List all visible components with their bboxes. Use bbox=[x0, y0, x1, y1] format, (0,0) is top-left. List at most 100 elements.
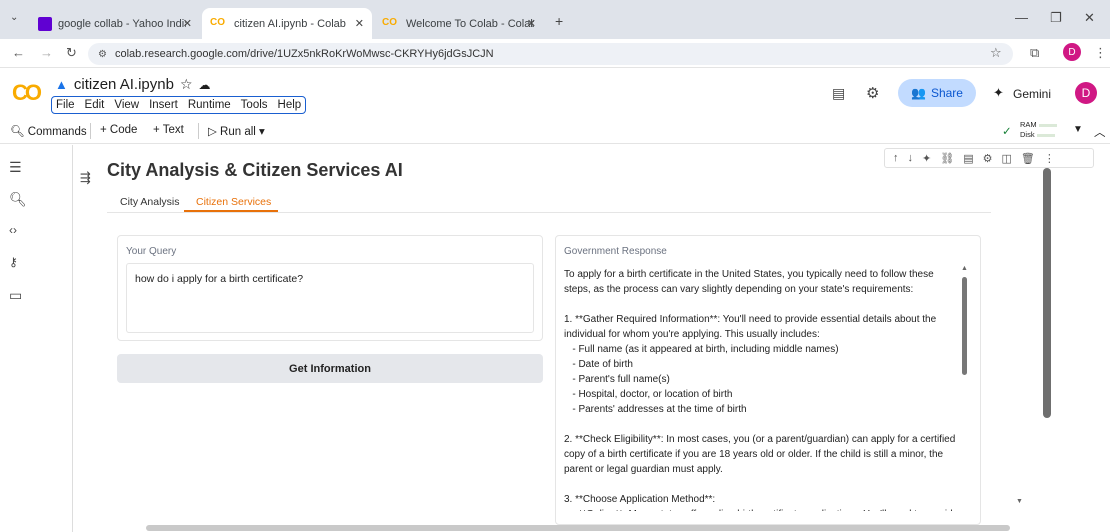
secrets-key-icon[interactable]: ⚷ bbox=[9, 255, 18, 269]
query-label: Your Query bbox=[126, 246, 177, 257]
ram-disk-meter[interactable]: RAM Disk bbox=[1020, 120, 1057, 140]
response-scrollbar-thumb[interactable] bbox=[962, 277, 967, 375]
link-icon[interactable]: ⛓ bbox=[940, 152, 954, 165]
query-textarea[interactable]: how do i apply for a birth certificate? bbox=[126, 263, 534, 333]
menu-insert[interactable]: Insert bbox=[149, 99, 178, 111]
site-info-icon[interactable]: ⚙ bbox=[98, 49, 107, 60]
tab-city-analysis[interactable]: City Analysis bbox=[120, 196, 180, 208]
response-line: 1. **Gather Required Information**: You'… bbox=[564, 314, 937, 325]
active-tab-indicator bbox=[184, 210, 278, 212]
gemini-button[interactable]: Gemini bbox=[1013, 87, 1051, 101]
delete-cell-icon[interactable]: 🗑︎ bbox=[1021, 152, 1035, 165]
cell-toolbar: ↑ ↓ ✦ ⛓ ▤ ⚙ ◫ 🗑︎ ⋮ bbox=[884, 148, 1094, 168]
extensions-icon[interactable]: ⧉ bbox=[1030, 45, 1039, 61]
add-code-button[interactable]: + Code bbox=[100, 124, 137, 136]
restore-icon[interactable]: ❐ bbox=[1050, 10, 1062, 26]
reload-icon[interactable]: ↻ bbox=[66, 45, 77, 61]
colab-favicon-icon: CO bbox=[210, 16, 225, 28]
colab-header: CO ▲ citizen AI.ipynb ☆ ☁ File Edit View… bbox=[0, 68, 1110, 118]
minimize-icon[interactable]: — bbox=[1015, 10, 1028, 25]
output-vertical-scrollbar[interactable] bbox=[1043, 168, 1051, 418]
browser-tab-citizen-ai[interactable]: CO citizen AI.ipynb - Colab ✕ bbox=[202, 8, 372, 39]
cell-output-toggle-icon[interactable]: ⇶ bbox=[80, 170, 91, 186]
response-line: - Hospital, doctor, or location of birth bbox=[564, 389, 733, 400]
tab-title: google collab - Yahoo India Se bbox=[58, 17, 186, 30]
forward-icon[interactable]: → bbox=[40, 45, 53, 60]
cell-settings-icon[interactable]: ⚙ bbox=[983, 152, 993, 165]
find-icon[interactable]: 🔍︎ bbox=[9, 191, 27, 208]
tab-citizen-services[interactable]: Citizen Services bbox=[196, 196, 271, 208]
settings-gear-icon[interactable]: ⚙ bbox=[866, 84, 879, 102]
share-button[interactable]: 👥 Share bbox=[898, 79, 976, 107]
close-tab-icon[interactable]: ✕ bbox=[355, 17, 364, 30]
output-horizontal-scrollbar[interactable] bbox=[146, 525, 1010, 531]
cloud-icon: ☁ bbox=[198, 77, 211, 92]
new-tab-icon[interactable]: + bbox=[555, 13, 563, 29]
response-line: steps, as the process can vary slightly … bbox=[564, 284, 914, 295]
resources-dropdown-icon[interactable]: ▼ bbox=[1073, 124, 1083, 135]
menu-view[interactable]: View bbox=[114, 99, 139, 111]
notebook-name[interactable]: citizen AI.ipynb bbox=[74, 76, 174, 93]
gemini-sparkle-icon[interactable]: ✦ bbox=[993, 85, 1004, 101]
get-information-button[interactable]: Get Information bbox=[117, 354, 543, 383]
gemini-cell-icon[interactable]: ✦ bbox=[922, 152, 931, 165]
response-line: To apply for a birth certificate in the … bbox=[564, 269, 934, 280]
share-label: Share bbox=[930, 86, 963, 100]
tab-title: citizen AI.ipynb - Colab bbox=[234, 17, 346, 30]
menu-tools[interactable]: Tools bbox=[241, 99, 268, 111]
add-text-button[interactable]: + Text bbox=[153, 124, 184, 136]
response-line bbox=[564, 477, 958, 492]
response-line: individual for whom you're applying. Thi… bbox=[564, 329, 820, 340]
collapse-header-icon[interactable]: ︿ bbox=[1094, 124, 1106, 140]
run-all-button[interactable]: ▷ Run all ▾ bbox=[208, 124, 265, 138]
browser-tab-welcome-colab[interactable]: CO Welcome To Colab - Colab ✕ bbox=[374, 8, 544, 39]
close-tab-icon[interactable]: ✕ bbox=[527, 17, 536, 30]
menu-help[interactable]: Help bbox=[278, 99, 302, 111]
mirror-cell-icon[interactable]: ◫ bbox=[1001, 152, 1011, 165]
response-line: 3. **Choose Application Method**: bbox=[564, 494, 716, 505]
response-label: Government Response bbox=[564, 246, 667, 257]
table-of-contents-icon[interactable]: ☰ bbox=[9, 159, 22, 176]
back-icon[interactable]: ← bbox=[12, 45, 25, 60]
comment-icon[interactable]: ▤ bbox=[963, 152, 973, 165]
tab-underline-divider bbox=[107, 212, 991, 213]
browser-tab-yahoo[interactable]: google collab - Yahoo India Se ✕ bbox=[30, 8, 200, 39]
connected-check-icon: ✓ bbox=[1002, 126, 1012, 138]
tab-search-chevron-icon[interactable]: ⌄ bbox=[10, 12, 18, 23]
move-down-icon[interactable]: ↓ bbox=[908, 152, 914, 164]
response-line: copy of a birth certificate if you are 1… bbox=[564, 449, 944, 460]
menu-edit[interactable]: Edit bbox=[85, 99, 105, 111]
comments-icon[interactable]: ▤ bbox=[832, 85, 845, 102]
response-line: - **Online**: Many states offer online b… bbox=[564, 507, 958, 511]
yahoo-favicon-icon bbox=[38, 16, 52, 31]
menu-file[interactable]: File bbox=[56, 99, 75, 111]
browser-menu-icon[interactable]: ⋮ bbox=[1094, 45, 1107, 61]
close-window-icon[interactable]: ✕ bbox=[1084, 10, 1095, 26]
code-snippets-icon[interactable]: ‹› bbox=[9, 223, 17, 237]
close-tab-icon[interactable]: ✕ bbox=[183, 17, 192, 30]
colab-favicon-icon: CO bbox=[382, 16, 397, 28]
menu-bar: File Edit View Insert Runtime Tools Help bbox=[51, 96, 307, 114]
scroll-down-arrow-icon[interactable]: ▼ bbox=[1016, 498, 1023, 505]
people-icon: 👥 bbox=[911, 86, 926, 100]
commands-button[interactable]: 🔍︎ Commands bbox=[10, 124, 87, 138]
notebook-toolbar: 🔍︎ Commands + Code + Text ▷ Run all ▾ ✓ … bbox=[0, 118, 1110, 144]
menu-runtime[interactable]: Runtime bbox=[188, 99, 231, 111]
url-field[interactable]: ⚙ colab.research.google.com/drive/1UZx5n… bbox=[88, 43, 1013, 65]
scroll-up-arrow-icon[interactable]: ▲ bbox=[961, 265, 968, 272]
profile-avatar[interactable]: D bbox=[1063, 43, 1081, 61]
bookmark-star-icon[interactable]: ☆ bbox=[990, 45, 1002, 61]
colab-logo[interactable]: CO bbox=[12, 80, 42, 106]
run-all-label: Run all bbox=[220, 126, 256, 138]
commands-label: Commands bbox=[27, 126, 87, 138]
more-options-icon[interactable]: ⋮ bbox=[1044, 152, 1055, 165]
toolbar-divider bbox=[198, 123, 199, 139]
move-up-icon[interactable]: ↑ bbox=[893, 152, 899, 164]
star-icon[interactable]: ☆ bbox=[180, 76, 193, 93]
response-line: - Parents' addresses at the time of birt… bbox=[564, 404, 747, 415]
user-avatar[interactable]: D bbox=[1075, 82, 1097, 104]
response-textarea[interactable]: To apply for a birth certificate in the … bbox=[564, 267, 958, 511]
notebook-title-row: ▲ citizen AI.ipynb ☆ ☁ bbox=[55, 76, 211, 93]
response-line: - Parent's full name(s) bbox=[564, 374, 670, 385]
files-folder-icon[interactable]: ▭ bbox=[9, 287, 22, 304]
